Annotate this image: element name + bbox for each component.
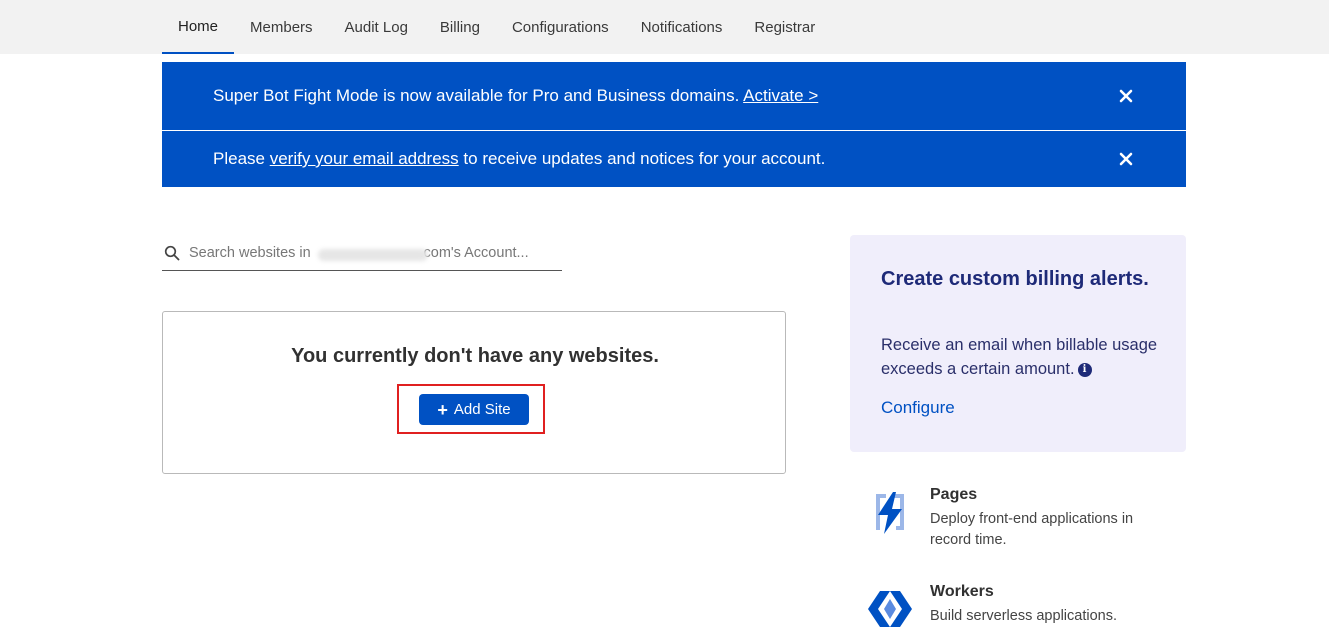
product-name: Pages — [930, 486, 978, 503]
search-icon — [164, 245, 180, 261]
add-site-label: Add Site — [453, 401, 511, 418]
tab-home[interactable]: Home — [162, 0, 235, 54]
top-nav: Home Members Audit Log Billing Configura… — [0, 0, 1329, 54]
tab-configurations[interactable]: Configurations — [496, 0, 625, 54]
billing-alerts-description: Receive an email when billable usage exc… — [881, 333, 1171, 381]
product-description: Build serverless applications. — [930, 608, 1117, 624]
verify-text-before: Please — [213, 149, 265, 168]
configure-link[interactable]: Configure — [881, 398, 955, 418]
add-site-button[interactable]: + Add Site — [419, 394, 529, 425]
product-pages[interactable]: Pages Deploy front-end applications in r… — [862, 486, 1192, 548]
websites-empty-card: You currently don't have any websites. +… — [162, 311, 786, 474]
billing-alerts-text: Receive an email when billable usage exc… — [881, 336, 1158, 378]
verify-email-banner: Please verify your email address to rece… — [162, 131, 1186, 187]
tab-notifications[interactable]: Notifications — [625, 0, 739, 54]
tab-registrar[interactable]: Registrar — [738, 0, 831, 54]
account-tabs: Home Members Audit Log Billing Configura… — [162, 0, 831, 54]
bot-fight-banner: Super Bot Fight Mode is now available fo… — [162, 62, 1186, 130]
verify-text-after: to receive updates and notices for your … — [463, 149, 826, 168]
billing-alerts-title: Create custom billing alerts. — [881, 268, 1149, 290]
billing-alerts-card: Create custom billing alerts. Receive an… — [850, 235, 1186, 452]
redacted-account-name — [318, 249, 428, 261]
product-workers[interactable]: Workers Build serverless applications. — [862, 583, 1192, 643]
activate-link[interactable]: Activate > — [743, 86, 818, 105]
product-name: Workers — [930, 583, 994, 600]
tab-members[interactable]: Members — [234, 0, 329, 54]
tab-audit-log[interactable]: Audit Log — [329, 0, 424, 54]
close-verify-banner-button[interactable] — [1116, 149, 1136, 169]
bot-fight-message: Super Bot Fight Mode is now available fo… — [213, 86, 818, 106]
close-icon — [1119, 89, 1133, 103]
info-icon[interactable]: i — [1077, 363, 1092, 377]
verify-email-link[interactable]: verify your email address — [270, 149, 459, 168]
verify-email-message: Please verify your email address to rece… — [213, 149, 825, 169]
bot-fight-text: Super Bot Fight Mode is now available fo… — [213, 86, 740, 105]
pages-icon — [876, 492, 904, 534]
close-icon — [1119, 152, 1133, 166]
product-description: Deploy front-end applications in record … — [930, 511, 1134, 548]
close-bot-fight-banner-button[interactable] — [1116, 86, 1136, 106]
plus-icon: + — [437, 399, 448, 420]
empty-state-title: You currently don't have any websites. — [291, 345, 659, 367]
workers-icon — [868, 591, 912, 627]
tab-billing[interactable]: Billing — [424, 0, 496, 54]
website-search — [162, 236, 562, 271]
